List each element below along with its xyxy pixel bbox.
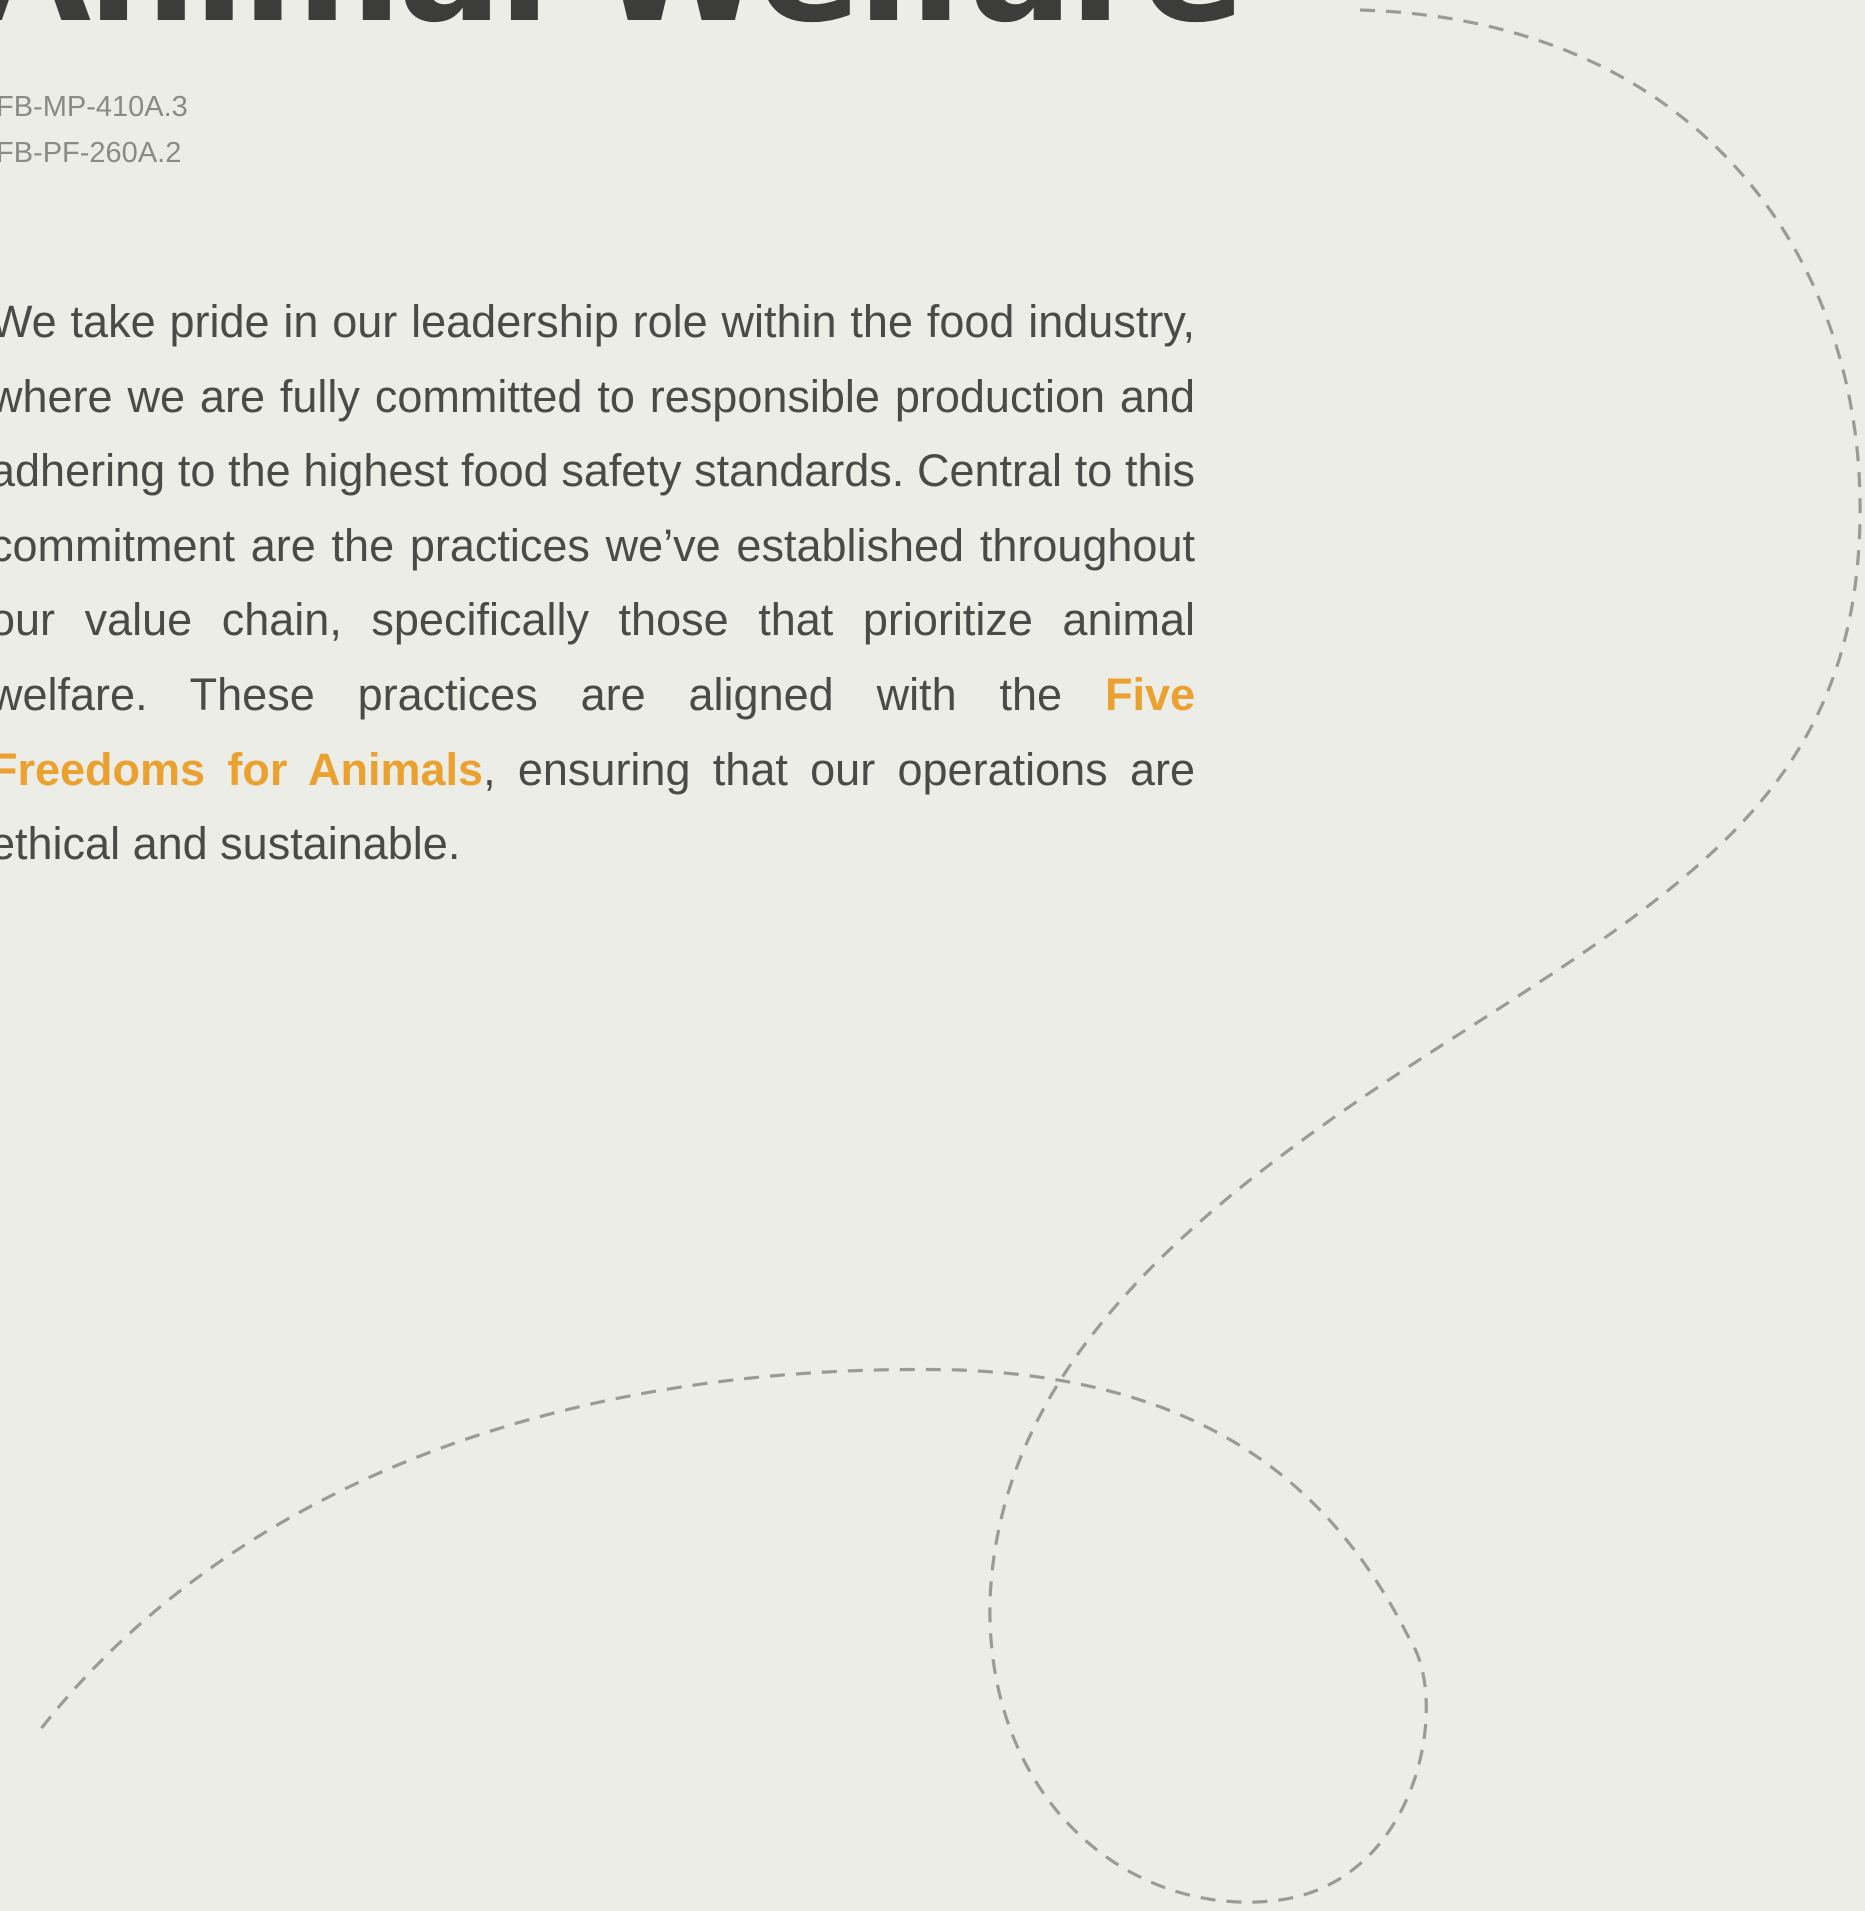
- reference-codes: FB-MP-410A.3 FB-PF-260A.2: [0, 84, 188, 176]
- body-paragraph: We take pride in our leadership role wit…: [0, 285, 1195, 882]
- reference-code: FB-PF-260A.2: [0, 137, 182, 169]
- reference-code: FB-MP-410A.3: [0, 91, 188, 123]
- body-text-intro: We take pride in our leadership role wit…: [0, 296, 1195, 720]
- page-title: Animal Welfare: [0, 0, 1245, 48]
- report-page: Animal Welfare FB-MP-410A.3 FB-PF-260A.2…: [0, 0, 1865, 1911]
